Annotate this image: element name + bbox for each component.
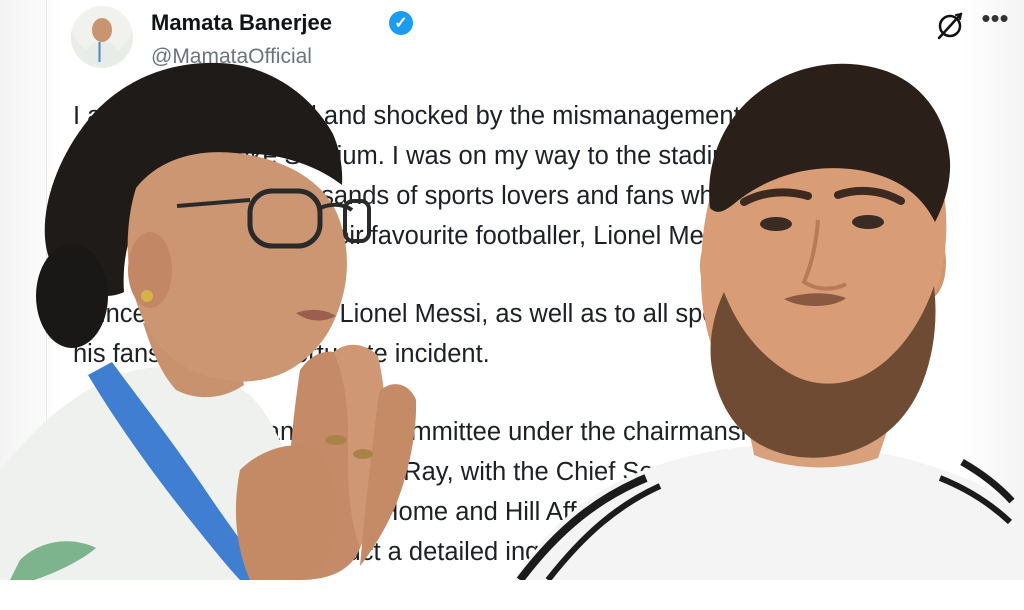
handle[interactable]: @MamataOfficial	[151, 45, 312, 69]
verified-badge-icon: ✓	[389, 11, 413, 35]
grok-icon[interactable]	[935, 11, 965, 41]
more-options-icon[interactable]: •••	[979, 5, 1011, 38]
tweet-card: Mamata Banerjee ✓ @MamataOfficial ••• I …	[46, 0, 1024, 580]
tweet-header: Mamata Banerjee ✓ @MamataOfficial •••	[71, 5, 1011, 76]
display-name[interactable]: Mamata Banerjee	[151, 10, 332, 36]
avatar[interactable]	[71, 6, 133, 68]
tweet-paragraph-3: I am constituting an inquiry committee u…	[73, 418, 920, 566]
tweet-paragraph-2: I sincerely apologise to Lionel Messi, a…	[73, 300, 870, 368]
tweet-text: I am deeply disturbed and shocked by the…	[73, 96, 1003, 610]
tweet-paragraph-1: I am deeply disturbed and shocked by the…	[73, 102, 897, 250]
